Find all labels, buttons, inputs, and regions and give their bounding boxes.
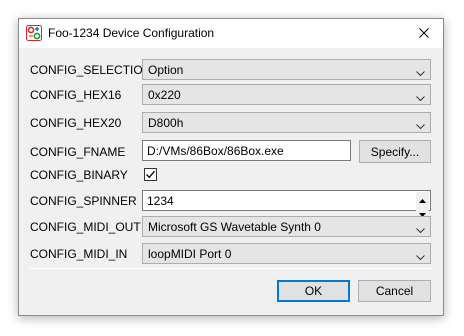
chevron-down-icon <box>416 91 425 102</box>
config-hex20-label: CONFIG_HEX20 <box>30 116 122 130</box>
chevron-down-icon <box>416 250 425 261</box>
config-hex20-value: D800h <box>148 116 184 130</box>
separator <box>29 268 433 269</box>
chevron-down-icon <box>416 119 425 130</box>
spinner-up-button[interactable] <box>416 192 429 206</box>
spinner-buttons <box>416 192 429 220</box>
config-hex16-label: CONFIG_HEX16 <box>30 88 122 102</box>
config-midi-out-label: CONFIG_MIDI_OUT <box>30 220 141 234</box>
config-fname-value: D:/VMs/86Box/86Box.exe <box>147 144 284 158</box>
chevron-down-icon <box>416 223 425 234</box>
close-icon <box>419 27 429 41</box>
close-button[interactable] <box>405 19 443 48</box>
specify-button[interactable]: Specify... <box>359 140 431 163</box>
config-spinner-value: 1234 <box>147 194 174 208</box>
arrow-up-icon <box>419 192 426 206</box>
config-hex16-value: 0x220 <box>148 88 181 102</box>
config-fname-input[interactable]: D:/VMs/86Box/86Box.exe <box>142 140 351 161</box>
config-midi-in-label: CONFIG_MIDI_IN <box>30 247 128 261</box>
config-selection-value: Option <box>148 63 184 77</box>
cancel-button[interactable]: Cancel <box>358 280 431 302</box>
config-binary-checkbox[interactable] <box>144 168 157 181</box>
config-midi-in-dropdown[interactable]: loopMIDI Port 0 <box>142 243 431 264</box>
config-dialog: Foo-1234 Device Configuration CONFIG_SEL… <box>18 18 444 316</box>
chevron-down-icon <box>416 66 425 77</box>
window-title: Foo-1234 Device Configuration <box>48 26 215 40</box>
ok-button[interactable]: OK <box>277 280 350 302</box>
config-midi-in-value: loopMIDI Port 0 <box>148 247 232 261</box>
config-midi-out-value: Microsoft GS Wavetable Synth 0 <box>148 220 321 234</box>
title-bar: Foo-1234 Device Configuration <box>19 19 443 48</box>
config-hex16-dropdown[interactable]: 0x220 <box>142 84 431 105</box>
device-config-icon <box>26 25 42 41</box>
config-midi-out-dropdown[interactable]: Microsoft GS Wavetable Synth 0 <box>142 216 431 237</box>
config-selection-label: CONFIG_SELECTION <box>30 63 152 77</box>
config-binary-label: CONFIG_BINARY <box>30 168 128 182</box>
config-selection-dropdown[interactable]: Option <box>142 59 431 80</box>
config-spinner-label: CONFIG_SPINNER <box>30 194 137 208</box>
config-fname-label: CONFIG_FNAME <box>30 145 126 159</box>
config-hex20-dropdown[interactable]: D800h <box>142 112 431 133</box>
config-spinner-input[interactable]: 1234 <box>142 190 431 220</box>
